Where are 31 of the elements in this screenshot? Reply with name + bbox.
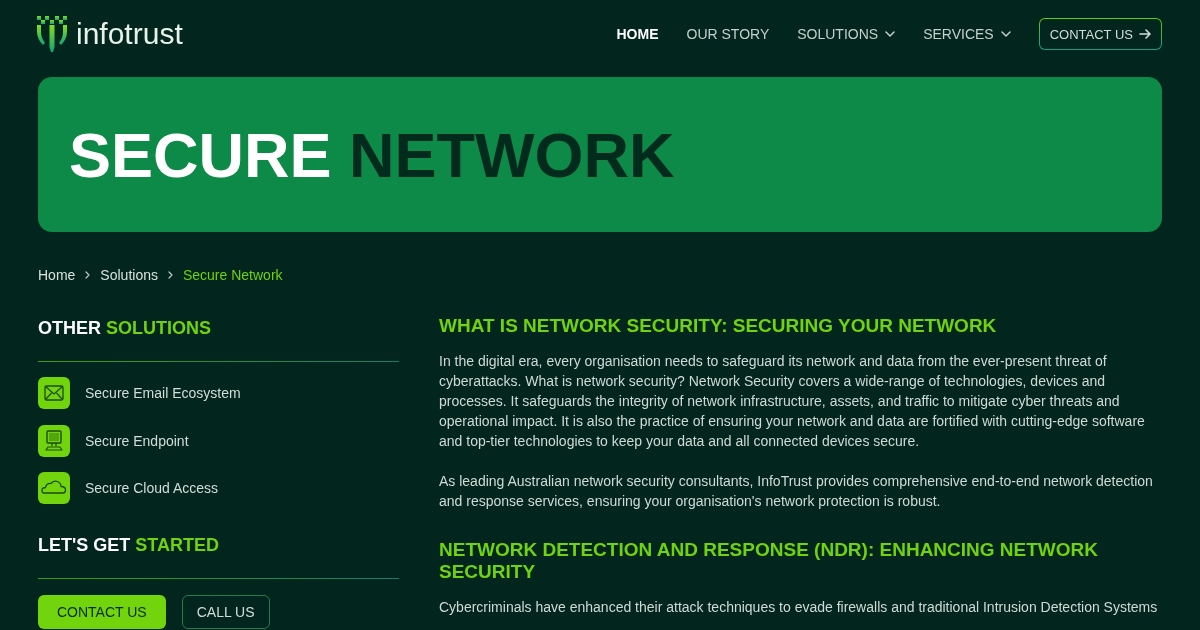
cloud-icon[interactable] [38,472,70,504]
envelope-icon[interactable] [38,377,70,409]
chevron-down-icon [1000,31,1011,37]
solution-link[interactable]: Secure Cloud Access [85,480,219,496]
body-paragraph: As leading Australian network security consultants, InfoTrust provides comprehensive end-to-end network detection and response services, ensuring your organisation's network protection is robust. [439,472,1154,511]
contact-button[interactable]: CONTACT US [1038,18,1162,50]
logo-icon[interactable] [37,16,67,52]
call-button[interactable]: CALL US [181,595,270,629]
breadcrumb-link[interactable]: Home [38,265,76,285]
nav-link[interactable]: HOME [616,26,659,42]
nav-link[interactable]: SERVICES [923,26,1011,42]
solution-link[interactable]: Secure Endpoint [85,432,189,449]
computer-icon[interactable] [38,424,70,457]
page-title: SECURE NETWORK [69,118,675,192]
arrow-right-icon [1139,29,1151,39]
breadcrumb-link[interactable]: Solutions [100,265,158,285]
chevron-right-icon [167,271,173,279]
logo-wordmark[interactable]: infotrust [76,17,183,51]
chevron-down-icon [885,31,896,37]
body-paragraph: Cybercriminals have enhanced their attack techniques to evade firewalls and traditional Intrusion Detection Systems [439,598,1159,617]
nav-link[interactable]: OUR STORY [686,26,770,42]
sidebar-heading: OTHER SOLUTIONS [38,317,212,340]
nav-link[interactable]: SOLUTIONS [797,26,896,42]
sidebar-heading: LET'S GET STARTED [38,534,220,557]
chevron-right-icon [85,271,91,279]
breadcrumb-link[interactable]: Secure Network [182,265,283,285]
body-paragraph: In the digital era, every organisation needs to safeguard its network and data from the ever-present threat of cyberattacks. What is network security? Network Security covers a wide-range of technologies, devices and processes. It safeguards the integrity of network infrastructure, assets, and traffic to mitigate cyber threats and operational impact. It is also the practice of ensuring your network and data are fortified with cutting-edge software and top-tier technologies to keep your data and all connected devices secure. [439,352,1146,451]
solution-link[interactable]: Secure Email Ecosystem [85,385,241,401]
section-heading: NETWORK DETECTION AND RESPONSE (NDR): ENHANCING NETWORK SECURITY [439,539,1099,583]
contact-button[interactable]: CONTACT US [38,595,166,629]
section-heading: WHAT IS NETWORK SECURITY: SECURING YOUR NETWORK [439,315,998,337]
